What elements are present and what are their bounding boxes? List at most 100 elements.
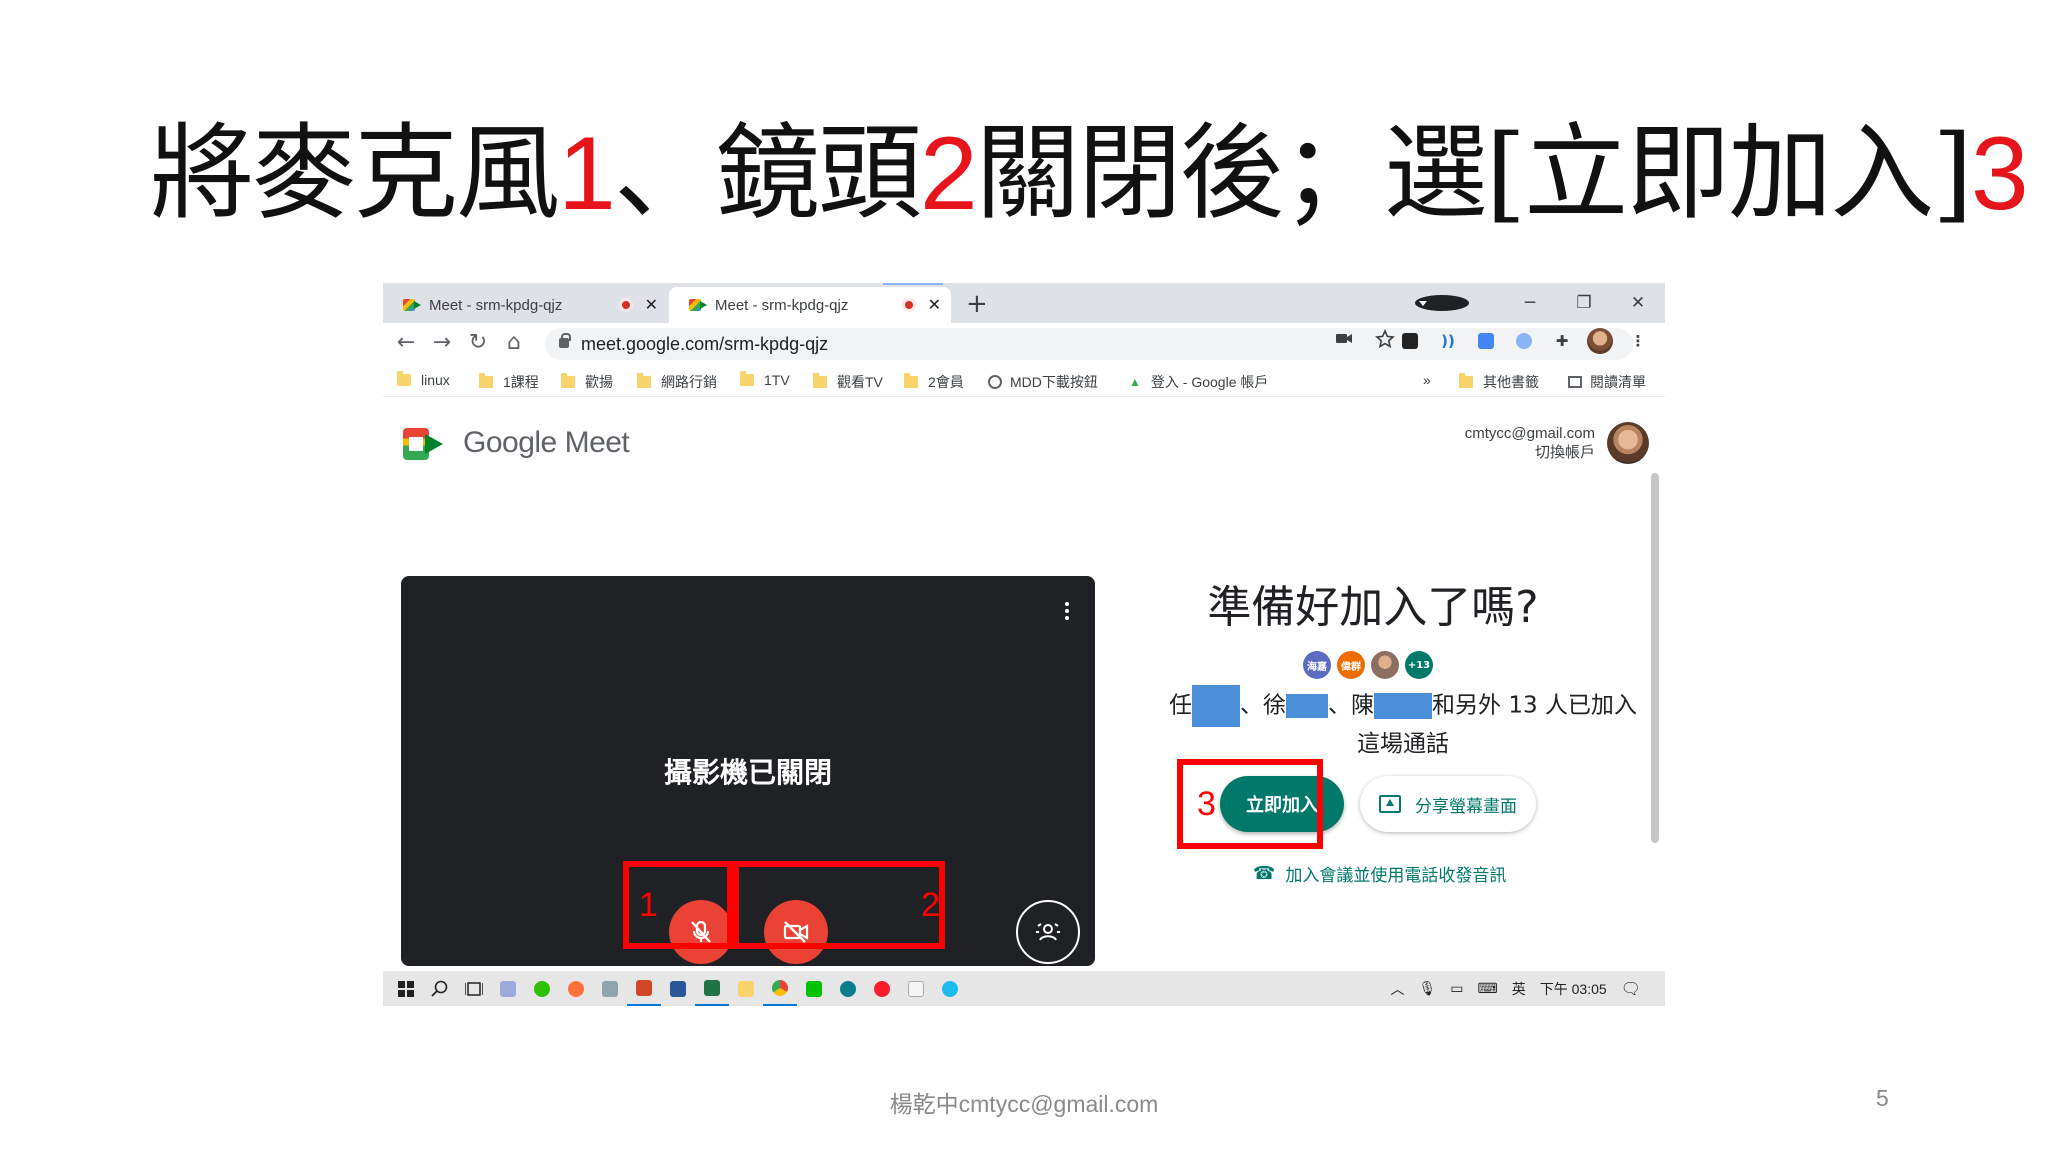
bookmark-folder[interactable]: 歡揚 [561,372,613,392]
account-info: cmtycc@gmail.com 切換帳戶 [1465,424,1595,462]
browser-screenshot: Meet - srm-kpdg-qjz ✕ Meet - srm-kpdg-qj… [383,283,1665,1006]
excel-icon[interactable] [695,971,729,1006]
join-by-phone-link[interactable]: ☎ 加入會議並使用電話收發音訊 [1253,861,1506,886]
google-meet-logo-icon[interactable] [403,428,443,460]
bookmark-folder[interactable]: 2會員 [904,372,964,392]
bookmark-folder[interactable]: 1TV [740,371,790,388]
app-icon[interactable] [593,971,627,1006]
keyboard-icon[interactable]: ⌨ [1478,980,1498,997]
lock-icon[interactable] [559,333,571,348]
meet-brand-name[interactable]: Google Meet [463,426,630,460]
kebab-menu-icon[interactable]: ⋮ [1625,328,1651,354]
extensions-area: )) ✚ ⋮ [1397,328,1651,354]
camera-icon[interactable] [1335,329,1353,347]
notification-icon[interactable]: 🗨 [1621,979,1641,999]
puzzle-icon[interactable]: ✚ [1549,328,1575,354]
file-explorer-icon[interactable] [729,971,763,1006]
switch-account-link[interactable]: 切換帳戶 [1465,443,1595,462]
tab-search-icon[interactable] [1415,295,1469,311]
new-tab-button[interactable]: + [966,289,988,319]
present-button[interactable]: 分享螢幕畫面 [1360,776,1536,832]
participant-count-badge: +13 [1405,651,1433,679]
folder-icon [397,371,411,386]
folder-icon [813,373,827,388]
drive-icon: ▲ [1129,375,1141,389]
bookmark-folder[interactable]: linux [397,371,450,388]
bookmark-folder[interactable]: 1課程 [479,372,539,392]
ext-google-translate-icon[interactable] [1473,328,1499,354]
tab-close-icon[interactable]: ✕ [928,295,941,315]
redaction-box [1286,694,1329,718]
bookmark-link[interactable]: MDD下載按鈕 [988,372,1098,392]
participant-avatar: 海嘉 [1303,651,1331,679]
omnibox-icons [1335,329,1395,349]
bookmark-label: 1課程 [503,374,539,390]
powerpoint-icon[interactable] [627,971,661,1006]
clock[interactable]: 下午 03:05 [1540,979,1607,999]
tab-meet-inactive[interactable]: Meet - srm-kpdg-qjz ✕ [383,287,668,323]
battery-icon[interactable]: ▭ [1450,980,1463,997]
bookmark-link[interactable]: ▲ 登入 - Google 帳戶 [1129,372,1268,392]
tab-title: Meet - srm-kpdg-qjz [429,296,563,314]
chevron-up-icon[interactable]: ︿ [1391,979,1405,999]
meet-favicon-icon [689,298,707,312]
bookmark-folder[interactable]: 觀看TV [813,372,883,392]
participant-avatar: 偉群 [1337,651,1365,679]
slide-title: 將麥克風1、鏡頭2關閉後；選[立即加入]3 [150,108,2029,238]
tab-close-icon[interactable]: ✕ [645,295,658,315]
chrome-icon[interactable] [763,971,797,1006]
home-button[interactable]: ⌂ [497,330,531,355]
tab-title: Meet - srm-kpdg-qjz [715,296,849,314]
close-button[interactable]: ✕ [1611,293,1665,313]
phone-icon: ☎ [1253,863,1276,884]
star-icon[interactable] [1375,329,1395,349]
wechat-icon[interactable] [525,971,559,1006]
reload-button[interactable]: ↻ [461,330,495,355]
ext-translate-icon[interactable]: )) [1435,328,1461,354]
present-label: 分享螢幕畫面 [1415,796,1517,817]
ext-owl-icon[interactable] [1511,328,1537,354]
avatar[interactable] [1607,422,1649,464]
pen-app-icon[interactable] [491,971,525,1006]
more-options-icon[interactable] [1065,602,1069,620]
search-icon[interactable] [423,971,457,1006]
url-text[interactable]: meet.google.com/srm-kpdg-qjz [581,334,828,355]
forward-button[interactable]: → [425,330,459,355]
redaction-box [1192,685,1241,727]
title-part: 關閉後；選[立即加入] [975,112,1973,234]
annotation-number-3: 3 [1197,785,1216,823]
folder-icon [479,373,493,388]
profile-icon[interactable] [1587,328,1613,354]
text-part: 、陳 [1328,692,1375,719]
notepad-icon[interactable] [899,971,933,1006]
reading-list[interactable]: 閱讀清單 [1568,372,1646,392]
minimize-button[interactable]: ─ [1503,293,1557,313]
title-number-2: 2 [919,116,978,232]
text-part: 和另外 13 人已加入 [1432,692,1637,719]
account-email: cmtycc@gmail.com [1464,425,1595,442]
firefox-icon[interactable] [559,971,593,1006]
visual-effects-icon [1036,923,1060,941]
text-part: 這場通話 [1357,731,1449,757]
ext-dark-icon[interactable] [1397,328,1423,354]
back-button[interactable]: ← [389,330,423,355]
page-scrollbar[interactable] [1651,473,1659,843]
start-icon[interactable] [389,971,423,1006]
word-icon[interactable] [661,971,695,1006]
edge-icon[interactable] [831,971,865,1006]
ie-icon[interactable] [933,971,967,1006]
restore-button[interactable]: ❐ [1557,293,1611,313]
visual-effects-button[interactable] [1016,900,1080,964]
tab-meet-active[interactable]: Meet - srm-kpdg-qjz ✕ [669,287,951,323]
bookmark-folder[interactable]: 網路行銷 [637,372,717,392]
recording-icon [618,298,633,312]
reading-list-icon [1568,376,1582,388]
opera-icon[interactable] [865,971,899,1006]
line-icon[interactable] [797,971,831,1006]
other-bookmarks[interactable]: 其他書籤 [1459,372,1539,392]
task-view-icon[interactable] [457,971,491,1006]
ime-indicator[interactable]: 英 [1512,979,1526,999]
microphone-icon[interactable]: 🎙 [1419,980,1437,997]
globe-icon [988,375,1002,389]
bookmarks-overflow-button[interactable]: » [1423,372,1431,388]
